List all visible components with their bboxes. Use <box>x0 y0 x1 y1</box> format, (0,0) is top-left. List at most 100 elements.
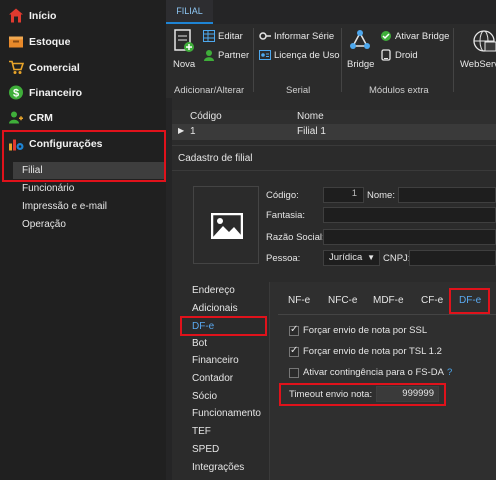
tab-tef[interactable]: TEF <box>192 426 211 437</box>
sub-item-impressao[interactable]: Impressão e e-mail <box>22 201 107 212</box>
licenca-uso-button[interactable]: Licença de Uso <box>274 50 339 61</box>
cart-icon <box>9 60 24 74</box>
nav-inicio[interactable]: Início <box>0 3 166 29</box>
partner-button[interactable]: Partner <box>218 50 249 61</box>
partner-icon <box>204 50 214 61</box>
ssl-option-label: Forçar envio de nota por SSL <box>303 325 428 336</box>
ativar-bridge-button[interactable]: Ativar Bridge <box>395 31 449 42</box>
ribbon-separator <box>253 28 254 92</box>
image-placeholder-icon <box>211 213 243 239</box>
help-icon[interactable]: ? <box>447 367 452 378</box>
codigo-label: Código: <box>266 190 299 201</box>
column-header-codigo[interactable]: Código <box>190 111 222 122</box>
contingencia-option-label: Ativar contingência para o FS-DA <box>303 367 444 378</box>
nova-button[interactable]: Nova <box>173 59 195 70</box>
key-icon <box>259 32 271 40</box>
droid-button[interactable]: Droid <box>395 50 418 61</box>
tab-endereco[interactable]: Endereço <box>192 285 235 296</box>
cnpj-label: CNPJ: <box>383 253 411 264</box>
tab-nfce[interactable]: NFC-e <box>328 295 357 306</box>
new-document-icon <box>174 29 194 52</box>
tab-underline <box>278 314 496 315</box>
panel-title: Cadastro de filial <box>178 153 253 164</box>
check-icon: ✓ <box>290 324 299 335</box>
tab-sped[interactable]: SPED <box>192 444 219 455</box>
ribbon-separator <box>453 28 454 92</box>
pessoa-select[interactable]: Jurídica ▼ <box>323 250 380 266</box>
cell-codigo: 1 <box>190 126 196 137</box>
activate-bridge-icon <box>381 31 391 41</box>
webservice-button[interactable]: WebServ <box>460 59 496 70</box>
divider <box>172 170 496 171</box>
tab-mdfe[interactable]: MDF-e <box>373 295 404 306</box>
check-icon: ✓ <box>290 345 299 356</box>
nav-crm[interactable]: CRM <box>0 105 166 131</box>
highlight-box <box>449 288 490 314</box>
nav-estoque[interactable]: Estoque <box>0 29 166 55</box>
cnpj-field[interactable] <box>409 250 496 266</box>
codigo-field[interactable]: 1 <box>323 187 364 203</box>
contingencia-checkbox[interactable] <box>289 368 299 378</box>
nav-label: CRM <box>29 112 53 124</box>
nome-field[interactable] <box>398 187 496 203</box>
ribbon: Nova Editar Partner Informar Série Licen… <box>166 24 496 98</box>
group-label: Serial <box>286 85 311 96</box>
grid-header: Código Nome <box>172 110 496 125</box>
nav-label: Início <box>29 10 57 22</box>
razao-social-field[interactable] <box>323 229 496 245</box>
tab-socio[interactable]: Sócio <box>192 391 217 402</box>
tab-contador[interactable]: Contador <box>192 373 233 384</box>
fantasia-label: Fantasia: <box>266 210 306 221</box>
razao-social-label: Razão Social: <box>266 232 325 243</box>
highlight-box <box>180 316 267 336</box>
cell-nome: Filial 1 <box>297 126 326 137</box>
nav-label: Financeiro <box>29 87 83 99</box>
users-icon <box>9 111 23 124</box>
photo-box[interactable] <box>193 186 259 264</box>
nav-label: Comercial <box>29 62 80 74</box>
box-icon <box>9 36 23 48</box>
tsl-option-label: Forçar envio de nota por TSL 1.2 <box>303 346 442 357</box>
webservice-globe-icon <box>473 30 496 52</box>
nav-label: Estoque <box>29 36 71 48</box>
table-row[interactable]: ▶ 1 Filial 1 <box>172 125 496 140</box>
sub-item-funcionario[interactable]: Funcionário <box>22 183 74 194</box>
column-header-nome[interactable]: Nome <box>297 111 324 122</box>
pessoa-value: Jurídica <box>329 252 363 263</box>
android-icon <box>381 49 391 61</box>
row-pointer-icon: ▶ <box>178 126 185 135</box>
tab-funcionamento[interactable]: Funcionamento <box>192 408 261 419</box>
nav-comercial[interactable]: Comercial <box>0 55 166 81</box>
tab-financeiro[interactable]: Financeiro <box>192 355 239 366</box>
tsl-checkbox[interactable]: ✓ <box>289 345 299 357</box>
highlight-box <box>2 130 166 182</box>
home-icon <box>9 8 23 23</box>
tab-nfe[interactable]: NF-e <box>288 295 310 306</box>
nav-financeiro[interactable]: $ Financeiro <box>0 80 166 106</box>
tab-adicionais[interactable]: Adicionais <box>192 303 238 314</box>
nome-label: Nome: <box>367 190 395 201</box>
grid-edit-icon <box>203 30 215 42</box>
tab-integracoes[interactable]: Integrações <box>192 462 244 473</box>
sub-item-operacao[interactable]: Operação <box>22 219 66 230</box>
bridge-network-icon <box>350 30 370 49</box>
group-label: Módulos extra <box>369 85 429 96</box>
sidebar: Início Estoque Comercial $ Financeiro CR… <box>0 0 166 480</box>
top-tab-bar: FILIAL <box>166 0 496 24</box>
bridge-button[interactable]: Bridge <box>347 59 374 70</box>
tab-bot[interactable]: Bot <box>192 338 207 349</box>
informar-serie-button[interactable]: Informar Série <box>274 31 334 42</box>
tab-filial[interactable]: FILIAL <box>166 0 213 24</box>
chevron-down-icon: ▼ <box>367 253 375 262</box>
highlight-box <box>279 383 446 406</box>
editar-button[interactable]: Editar <box>218 31 243 42</box>
ssl-checkbox[interactable]: ✓ <box>289 324 299 336</box>
svg-text:$: $ <box>13 88 19 100</box>
ribbon-separator <box>341 28 342 92</box>
tab-cfe[interactable]: CF-e <box>421 295 443 306</box>
fantasia-field[interactable] <box>323 207 496 223</box>
dollar-icon: $ <box>9 85 23 100</box>
group-label: Adicionar/Alterar <box>174 85 245 96</box>
license-icon <box>259 50 271 60</box>
pessoa-label: Pessoa: <box>266 253 301 264</box>
